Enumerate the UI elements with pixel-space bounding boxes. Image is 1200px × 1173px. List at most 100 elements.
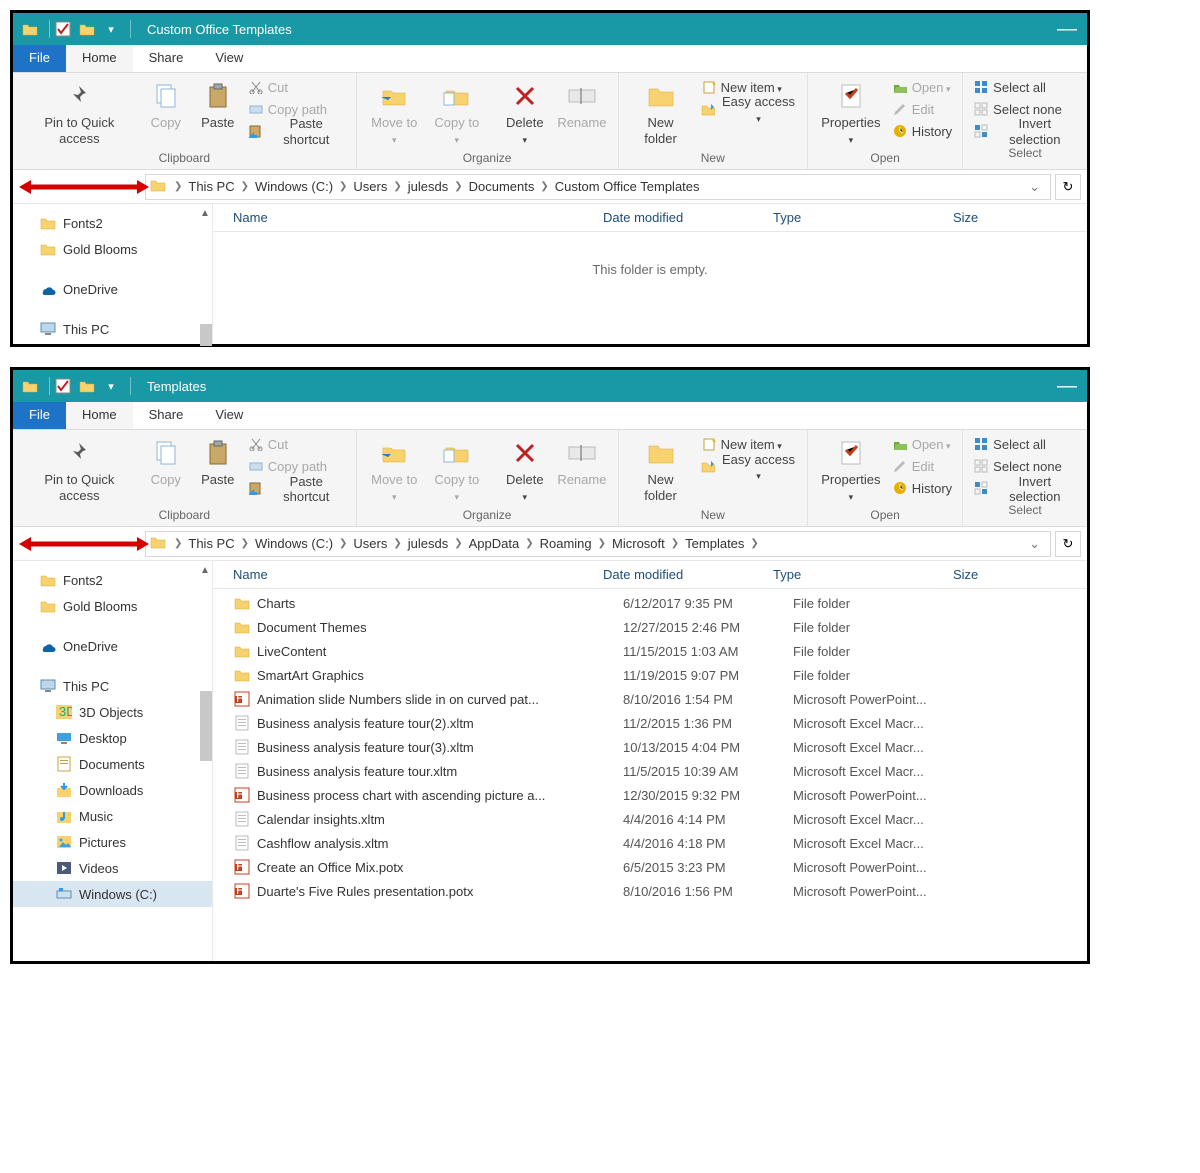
new-folder-button[interactable]: New folder [625, 77, 697, 148]
tab-home[interactable]: Home [66, 402, 133, 429]
breadcrumb-separator-icon[interactable]: ❯ [391, 538, 403, 549]
column-type[interactable]: Type [763, 210, 943, 225]
nav-item[interactable]: Fonts2 [13, 210, 212, 236]
column-size[interactable]: Size [943, 210, 1087, 225]
scroll-up-icon[interactable]: ▲ [198, 565, 212, 576]
easy-access-button[interactable]: Easy access [697, 99, 801, 121]
properties-button[interactable]: Properties [814, 434, 888, 505]
checkbox-icon[interactable] [54, 377, 72, 395]
breadcrumb-item[interactable]: This PC [184, 179, 238, 194]
breadcrumb-separator-icon[interactable]: ❯ [172, 538, 184, 549]
breadcrumb-item[interactable]: This PC [184, 536, 238, 551]
breadcrumb-item[interactable]: Templates [681, 536, 748, 551]
breadcrumb-separator-icon[interactable]: ❯ [748, 538, 760, 549]
breadcrumb-separator-icon[interactable]: ❯ [391, 181, 403, 192]
tab-view[interactable]: View [199, 45, 259, 72]
edit-button[interactable]: Edit [888, 456, 956, 478]
breadcrumb-separator-icon[interactable]: ❯ [239, 538, 251, 549]
edit-button[interactable]: Edit [888, 99, 956, 121]
breadcrumb-separator-icon[interactable]: ❯ [669, 538, 681, 549]
file-row[interactable]: SmartArt Graphics11/19/2015 9:07 PMFile … [213, 663, 1087, 687]
nav-item[interactable]: Gold Blooms [13, 236, 212, 262]
breadcrumb-item[interactable]: Roaming [536, 536, 596, 551]
file-row[interactable]: Business analysis feature tour.xltm11/5/… [213, 759, 1087, 783]
nav-item[interactable]: Documents [13, 751, 212, 777]
cut-button[interactable]: Cut [244, 434, 350, 456]
navigation-pane[interactable]: ▲ Fonts2Gold BloomsOneDriveThis PC3D3D O… [13, 561, 213, 961]
open-button[interactable]: Open [888, 77, 956, 99]
breadcrumb-item[interactable]: Microsoft [608, 536, 669, 551]
properties-button[interactable]: Properties [814, 77, 888, 148]
breadcrumb-item[interactable]: Windows (C:) [251, 179, 337, 194]
nav-item[interactable]: Downloads [13, 777, 212, 803]
paste-shortcut-button[interactable]: Paste shortcut [244, 478, 350, 500]
breadcrumb-bar[interactable]: ❯This PC❯Windows (C:)❯Users❯julesds❯AppD… [145, 531, 1051, 557]
breadcrumb-separator-icon[interactable]: ❯ [596, 538, 608, 549]
column-name[interactable]: Name [213, 210, 593, 225]
refresh-button[interactable]: ↻ [1055, 174, 1081, 200]
nav-item[interactable]: Desktop [13, 725, 212, 751]
checkbox-icon[interactable] [54, 20, 72, 38]
invert-selection-button[interactable]: Invert selection [969, 478, 1081, 500]
open-button[interactable]: Open [888, 434, 956, 456]
move-to-button[interactable]: Move to [363, 77, 426, 148]
breadcrumb-separator-icon[interactable]: ❯ [452, 181, 464, 192]
tab-view[interactable]: View [199, 402, 259, 429]
chevron-down-icon[interactable]: ⌄ [1023, 179, 1046, 195]
breadcrumb-item[interactable]: julesds [404, 536, 452, 551]
file-row[interactable]: Cashflow analysis.xltm4/4/2016 4:18 PMMi… [213, 831, 1087, 855]
copy-to-button[interactable]: Copy to [426, 434, 488, 505]
navigation-pane[interactable]: ▲ Fonts2Gold Blooms OneDrive This PC [13, 204, 213, 344]
tab-file[interactable]: File [13, 402, 66, 429]
minimize-button[interactable]: — [1057, 381, 1077, 391]
breadcrumb-separator-icon[interactable]: ❯ [337, 538, 349, 549]
scrollbar-thumb[interactable] [200, 691, 212, 761]
paste-button[interactable]: Paste [192, 77, 244, 133]
invert-selection-button[interactable]: Invert selection [969, 121, 1081, 143]
breadcrumb-separator-icon[interactable]: ❯ [538, 181, 550, 192]
breadcrumb-item[interactable]: Users [349, 536, 391, 551]
copy-button[interactable]: Copy [140, 434, 192, 490]
file-row[interactable]: LiveContent11/15/2015 1:03 AMFile folder [213, 639, 1087, 663]
select-all-button[interactable]: Select all [969, 434, 1081, 456]
nav-item[interactable]: Music [13, 803, 212, 829]
breadcrumb-separator-icon[interactable]: ❯ [172, 181, 184, 192]
nav-item[interactable]: This PC [13, 316, 212, 342]
breadcrumb-item[interactable]: Users [349, 179, 391, 194]
new-folder-button[interactable]: New folder [625, 434, 697, 505]
chevron-down-icon[interactable]: ⌄ [1023, 536, 1046, 552]
qat-dropdown-icon[interactable]: ▾ [102, 377, 120, 395]
column-date[interactable]: Date modified [593, 567, 763, 582]
nav-item[interactable]: Videos [13, 855, 212, 881]
file-row[interactable]: Calendar insights.xltm4/4/2016 4:14 PMMi… [213, 807, 1087, 831]
cut-button[interactable]: Cut [244, 77, 350, 99]
nav-item[interactable]: Pictures [13, 829, 212, 855]
paste-button[interactable]: Paste [192, 434, 244, 490]
scroll-up-icon[interactable]: ▲ [198, 208, 212, 219]
easy-access-button[interactable]: Easy access [697, 456, 801, 478]
file-row[interactable]: Charts6/12/2017 9:35 PMFile folder [213, 591, 1087, 615]
nav-item[interactable]: 3D3D Objects [13, 699, 212, 725]
breadcrumb-bar[interactable]: ❯This PC❯Windows (C:)❯Users❯julesds❯Docu… [145, 174, 1051, 200]
breadcrumb-separator-icon[interactable]: ❯ [452, 538, 464, 549]
breadcrumb-separator-icon[interactable]: ❯ [523, 538, 535, 549]
nav-item[interactable]: OneDrive [13, 276, 212, 302]
tab-share[interactable]: Share [133, 45, 200, 72]
nav-item[interactable]: Windows (C:) [13, 881, 212, 907]
history-button[interactable]: History [888, 478, 956, 500]
column-size[interactable]: Size [943, 567, 1087, 582]
copy-to-button[interactable]: Copy to [426, 77, 488, 148]
file-row[interactable]: PAnimation slide Numbers slide in on cur… [213, 687, 1087, 711]
breadcrumb-item[interactable]: Custom Office Templates [551, 179, 704, 194]
tab-file[interactable]: File [13, 45, 66, 72]
select-all-button[interactable]: Select all [969, 77, 1081, 99]
tab-home[interactable]: Home [66, 45, 133, 72]
tab-share[interactable]: Share [133, 402, 200, 429]
breadcrumb-separator-icon[interactable]: ❯ [239, 181, 251, 192]
content-pane[interactable]: Name Date modified Type Size Charts6/12/… [213, 561, 1087, 961]
copy-button[interactable]: Copy [140, 77, 192, 133]
breadcrumb-item[interactable]: Documents [465, 179, 539, 194]
delete-button[interactable]: Delete [497, 77, 552, 148]
paste-shortcut-button[interactable]: Paste shortcut [244, 121, 350, 143]
qat-dropdown-icon[interactable]: ▾ [102, 20, 120, 38]
